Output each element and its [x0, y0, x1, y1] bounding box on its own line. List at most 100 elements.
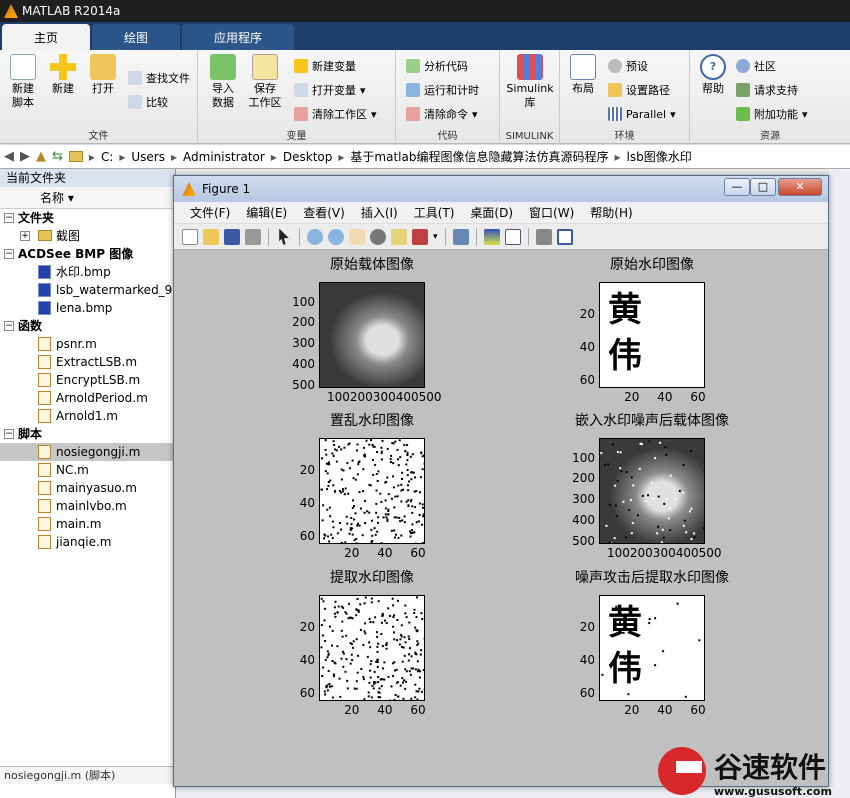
pointer-icon[interactable] — [279, 228, 289, 245]
back-arrow-icon[interactable]: ◀ — [4, 149, 14, 164]
open-variable-button[interactable]: 打开变量 ▾ — [294, 80, 366, 100]
figure-menu-item[interactable]: 插入(I) — [353, 204, 406, 221]
folder-item[interactable]: + 截图 — [0, 227, 175, 245]
link-plot-icon[interactable] — [452, 228, 469, 245]
figure-menu-item[interactable]: 桌面(D) — [462, 204, 521, 221]
import-data-button[interactable]: 导入 数据 — [204, 54, 242, 110]
file-item[interactable]: 水印.bmp — [0, 263, 175, 281]
collapse-toggle-icon[interactable]: − — [4, 321, 14, 331]
tree-section[interactable]: − 函数 — [0, 317, 175, 335]
file-item[interactable]: main.m — [0, 515, 175, 533]
file-item[interactable]: Arnold1.m — [0, 407, 175, 425]
file-item[interactable]: EncryptLSB.m — [0, 371, 175, 389]
help-button[interactable]: ? 帮助 — [694, 54, 732, 96]
tree-section[interactable]: − 脚本 — [0, 425, 175, 443]
find-files-button[interactable]: 查找文件 — [128, 68, 190, 88]
zoom-in-icon[interactable] — [307, 228, 323, 245]
file-item[interactable]: nosiegongji.m — [0, 443, 175, 461]
figure-menu-item[interactable]: 文件(F) — [182, 204, 238, 221]
file-item[interactable]: jianqie.m — [0, 533, 175, 551]
expand-toggle-icon[interactable]: + — [20, 231, 30, 241]
breadcrumb-separator-icon[interactable]: ▸ — [271, 150, 277, 164]
tree-section[interactable]: − 文件夹 — [0, 209, 175, 227]
breadcrumb-part[interactable]: Desktop — [283, 150, 333, 164]
clear-commands-button[interactable]: 清除命令 ▾ — [406, 104, 478, 124]
figure-menu-item[interactable]: 查看(V) — [295, 204, 353, 221]
set-path-button[interactable]: 设置路径 — [608, 80, 670, 100]
file-item[interactable]: lsb_watermarked_90 — [0, 281, 175, 299]
community-button[interactable]: 社区 — [736, 56, 776, 76]
lena-image[interactable] — [319, 282, 425, 388]
parallel-button[interactable]: Parallel ▾ — [608, 104, 676, 124]
breadcrumb-part[interactable]: 基于matlab编程图像信息隐藏算法仿真源码程序 — [350, 148, 608, 165]
file-item[interactable]: lena.bmp — [0, 299, 175, 317]
image-axes[interactable]: 黄 伟 — [599, 595, 705, 701]
file-item[interactable]: ExtractLSB.m — [0, 353, 175, 371]
print-icon[interactable] — [245, 228, 261, 245]
figure-menu-item[interactable]: 窗口(W) — [521, 204, 582, 221]
simulink-library-button[interactable]: Simulink 库 — [504, 54, 556, 110]
image-axes[interactable]: 黄 伟 — [599, 282, 705, 388]
collapse-toggle-icon[interactable]: − — [4, 213, 14, 223]
show-plot-tools-icon[interactable] — [556, 228, 573, 245]
open-button[interactable]: 打开 — [84, 54, 122, 96]
browse-folder-icon[interactable]: ⇆ — [52, 149, 63, 164]
layout-button[interactable]: 布局 — [564, 54, 602, 96]
save-icon[interactable] — [224, 228, 240, 245]
tab-apps[interactable]: 应用程序 — [182, 24, 295, 50]
new-variable-button[interactable]: 新建变量 — [294, 56, 356, 76]
save-workspace-button[interactable]: 保存 工作区 — [246, 54, 284, 110]
figure-menu-item[interactable]: 编辑(E) — [238, 204, 295, 221]
breadcrumb-separator-icon[interactable]: ▸ — [171, 150, 177, 164]
hide-plot-tools-icon[interactable] — [535, 228, 552, 245]
column-header-name[interactable]: 名称 ▾ — [0, 187, 175, 209]
analyze-code-button[interactable]: 分析代码 — [406, 56, 468, 76]
data-cursor-icon[interactable] — [391, 228, 407, 245]
zoom-out-icon[interactable] — [328, 228, 344, 245]
close-button[interactable]: ✕ — [778, 178, 822, 196]
collapse-toggle-icon[interactable]: − — [4, 429, 14, 439]
file-item[interactable]: ArnoldPeriod.m — [0, 389, 175, 407]
open-file-icon[interactable] — [203, 228, 219, 245]
lena-image[interactable] — [599, 438, 705, 544]
up-folder-icon[interactable]: ▲ — [36, 149, 46, 164]
brush-icon[interactable] — [412, 228, 428, 245]
breadcrumb-part[interactable]: Administrator — [183, 150, 265, 164]
breadcrumb-separator-icon[interactable]: ▸ — [338, 150, 344, 164]
forward-arrow-icon[interactable]: ▶ — [20, 149, 30, 164]
breadcrumb-separator-icon[interactable]: ▸ — [119, 150, 125, 164]
pan-hand-icon[interactable] — [349, 228, 365, 245]
new-script-button[interactable]: 新建 脚本 — [4, 54, 42, 110]
new-button[interactable]: 新建 — [44, 54, 82, 96]
file-item[interactable]: psnr.m — [0, 335, 175, 353]
collapse-toggle-icon[interactable]: − — [4, 249, 14, 259]
run-and-time-button[interactable]: 运行和计时 — [406, 80, 479, 100]
maximize-button[interactable]: □ — [750, 178, 776, 196]
image-axes[interactable] — [319, 438, 425, 544]
tab-home[interactable]: 主页 — [2, 24, 91, 50]
breadcrumb-separator-icon[interactable]: ▸ — [89, 150, 95, 164]
colorbar-icon[interactable] — [483, 228, 500, 245]
request-support-button[interactable]: 请求支持 — [736, 80, 798, 100]
breadcrumb-part[interactable]: Users — [131, 150, 165, 164]
breadcrumb-part[interactable]: lsb图像水印 — [627, 148, 692, 165]
addons-button[interactable]: 附加功能 ▾ — [736, 104, 808, 124]
figure-menu-item[interactable]: 帮助(H) — [582, 204, 640, 221]
breadcrumb-part[interactable]: C: — [101, 150, 113, 164]
file-item[interactable]: mainlvbo.m — [0, 497, 175, 515]
new-figure-icon[interactable] — [182, 228, 198, 245]
minimize-button[interactable]: — — [724, 178, 750, 196]
legend-icon[interactable] — [504, 228, 521, 245]
clear-workspace-button[interactable]: 清除工作区 ▾ — [294, 104, 377, 124]
rotate-icon[interactable] — [370, 228, 386, 245]
figure-menu-item[interactable]: 工具(T) — [406, 204, 463, 221]
chevron-down-icon[interactable]: ▾ — [433, 232, 438, 242]
tab-plots[interactable]: 绘图 — [92, 24, 181, 50]
file-item[interactable]: NC.m — [0, 461, 175, 479]
tree-section[interactable]: − ACDSee BMP 图像 — [0, 245, 175, 263]
breadcrumb-separator-icon[interactable]: ▸ — [614, 150, 620, 164]
compare-button[interactable]: 比较 — [128, 92, 168, 112]
image-axes[interactable] — [319, 595, 425, 701]
file-item[interactable]: mainyasuo.m — [0, 479, 175, 497]
preferences-button[interactable]: 预设 — [608, 56, 648, 76]
